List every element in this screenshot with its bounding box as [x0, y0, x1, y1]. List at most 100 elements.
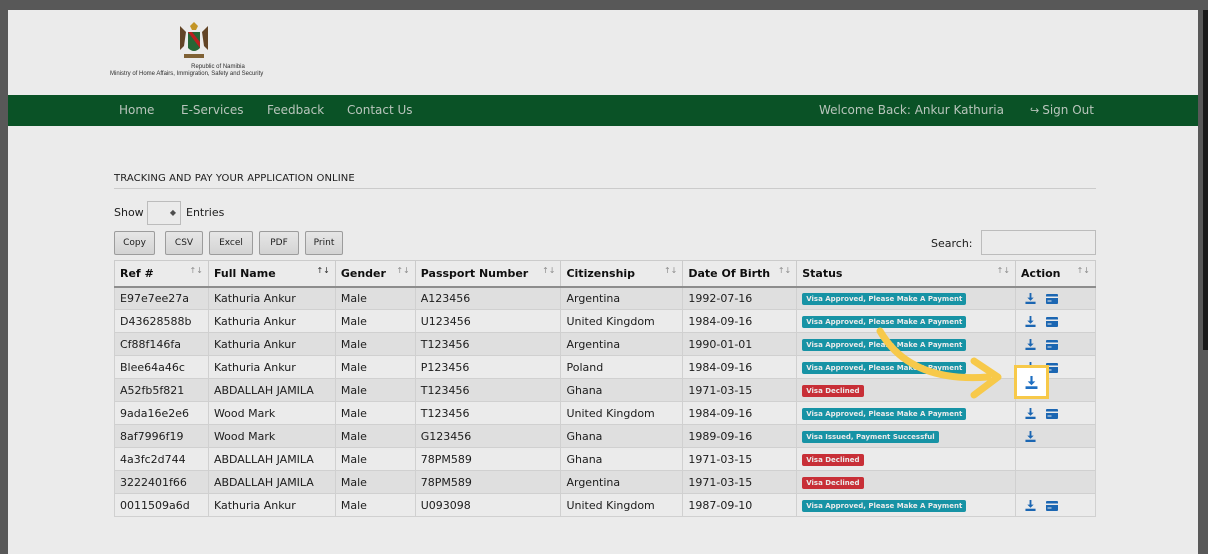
- cell-ref: 9ada16e2e6: [114, 401, 209, 425]
- main-nav: Home E-Services Feedback Contact Us Welc…: [8, 95, 1198, 126]
- cell-status: Visa Approved, Please Make A Payment: [796, 401, 1017, 425]
- status-badge: Visa Approved, Please Make A Payment: [802, 293, 967, 306]
- col-dob[interactable]: Date Of Birth ↑↓: [682, 260, 798, 288]
- cell-passport: U123456: [414, 309, 562, 333]
- status-badge: Visa Declined: [802, 454, 864, 466]
- pdf-button[interactable]: PDF: [259, 231, 299, 255]
- cell-full-name: Kathuria Ankur: [207, 493, 336, 517]
- col-status[interactable]: Status ↑↓: [796, 260, 1017, 288]
- col-full-name[interactable]: Full Name ↑↓: [207, 260, 336, 288]
- cell-dob: 1984-09-16: [682, 309, 798, 333]
- download-icon[interactable]: [1025, 339, 1036, 350]
- cell-action: [1015, 309, 1096, 333]
- cell-gender: Male: [334, 493, 416, 517]
- cell-ref: 3222401f66: [114, 470, 209, 494]
- cell-gender: Male: [334, 424, 416, 448]
- cell-full-name: ABDALLAH JAMILA: [207, 378, 336, 402]
- entries-select[interactable]: ◆: [147, 201, 181, 225]
- print-button[interactable]: Print: [305, 231, 343, 255]
- sort-arrows-icon: ↑↓: [189, 266, 203, 275]
- nav-home[interactable]: Home: [119, 103, 154, 117]
- col-action[interactable]: Action ↑↓: [1015, 260, 1096, 288]
- cell-ref: D43628588b: [114, 309, 209, 333]
- cell-full-name: Kathuria Ankur: [207, 332, 336, 356]
- download-icon[interactable]: [1025, 408, 1036, 419]
- credit-card-icon[interactable]: [1046, 293, 1059, 304]
- col-gender[interactable]: Gender ↑↓: [334, 260, 416, 288]
- cell-gender: Male: [334, 309, 416, 333]
- cell-full-name: Wood Mark: [207, 401, 336, 425]
- cell-full-name: ABDALLAH JAMILA: [207, 447, 336, 471]
- download-icon: [1025, 376, 1038, 389]
- cell-citizenship: Poland: [560, 355, 684, 379]
- scrollbar[interactable]: [1203, 10, 1208, 350]
- cell-status: Visa Approved, Please Make A Payment: [796, 493, 1017, 517]
- table-row: 4a3fc2d744 ABDALLAH JAMILA Male 78PM589 Ghan…: [114, 447, 1096, 471]
- cell-action: [1015, 401, 1096, 425]
- sort-arrows-icon: ↑↓: [1076, 266, 1090, 275]
- cell-full-name: Kathuria Ankur: [207, 286, 336, 310]
- excel-button[interactable]: Excel: [209, 231, 253, 255]
- cell-citizenship: Ghana: [560, 447, 684, 471]
- cell-status: Visa Declined: [796, 470, 1017, 494]
- cell-passport: 78PM589: [414, 447, 562, 471]
- sign-out-link[interactable]: ↪ Sign Out: [1030, 103, 1094, 117]
- cell-citizenship: United Kingdom: [560, 493, 684, 517]
- credit-card-icon[interactable]: [1046, 316, 1059, 327]
- cell-dob: 1984-09-16: [682, 355, 798, 379]
- nav-e-services[interactable]: E-Services: [181, 103, 244, 117]
- credit-card-icon[interactable]: [1046, 339, 1059, 350]
- show-label: Show: [114, 206, 144, 219]
- download-icon[interactable]: [1025, 431, 1036, 442]
- applications-table: Ref # ↑↓ Full Name ↑↓ Gender ↑↓ Passport Nu…: [114, 260, 1096, 517]
- status-badge: Visa Approved, Please Make A Payment: [802, 500, 967, 512]
- col-citizenship[interactable]: Citizenship ↑↓: [560, 260, 684, 288]
- cell-action: [1015, 286, 1096, 310]
- cell-gender: Male: [334, 378, 416, 402]
- csv-button[interactable]: CSV: [165, 231, 203, 255]
- cell-dob: 1987-09-10: [682, 493, 798, 517]
- cell-dob: 1971-03-15: [682, 447, 798, 471]
- col-ref[interactable]: Ref # ↑↓: [114, 260, 209, 288]
- nav-feedback[interactable]: Feedback: [267, 103, 324, 117]
- entries-label: Entries: [186, 206, 225, 219]
- cell-ref: 0011509a6d: [114, 493, 209, 517]
- copy-button[interactable]: Copy: [114, 231, 155, 255]
- sign-out-icon: ↪: [1030, 104, 1040, 117]
- cell-action: [1015, 424, 1096, 448]
- cell-dob: 1971-03-15: [682, 378, 798, 402]
- cell-gender: Male: [334, 470, 416, 494]
- table-row: D43628588b Kathuria Ankur Male U123456 Unite…: [114, 309, 1096, 333]
- cell-ref: 4a3fc2d744: [114, 447, 209, 471]
- search-input[interactable]: [981, 230, 1096, 255]
- nav-contact-us[interactable]: Contact Us: [347, 103, 413, 117]
- title-divider: [114, 188, 1096, 189]
- logo-ministry-text: Ministry of Home Affairs, Immigration, S…: [110, 71, 264, 77]
- sort-arrows-icon: ↑↓: [396, 266, 410, 275]
- cell-gender: Male: [334, 355, 416, 379]
- col-passport[interactable]: Passport Number ↑↓: [414, 260, 562, 288]
- credit-card-icon[interactable]: [1046, 408, 1059, 419]
- cell-ref: Cf88f146fa: [114, 332, 209, 356]
- cell-action: [1015, 332, 1096, 356]
- credit-card-icon[interactable]: [1046, 500, 1059, 511]
- cell-citizenship: United Kingdom: [560, 401, 684, 425]
- screen-backdrop: Republic of Namibia Ministry of Home Aff…: [0, 0, 1208, 554]
- coat-of-arms-icon: [180, 22, 208, 58]
- download-icon[interactable]: [1025, 316, 1036, 327]
- status-badge: Visa Declined: [802, 385, 864, 397]
- sort-arrows-icon: ↑↓: [777, 266, 792, 275]
- cell-gender: Male: [334, 332, 416, 356]
- cell-full-name: Wood Mark: [207, 424, 336, 448]
- cell-passport: U093098: [414, 493, 562, 517]
- download-icon[interactable]: [1025, 293, 1036, 305]
- cell-dob: 1989-09-16: [682, 424, 798, 448]
- cell-passport: 78PM589: [414, 470, 562, 494]
- status-badge: Visa Issued, Payment Successful: [802, 431, 939, 443]
- cell-citizenship: Argentina: [560, 332, 684, 356]
- download-icon[interactable]: [1025, 500, 1036, 511]
- highlighted-download-button[interactable]: [1014, 365, 1049, 399]
- chevron-updown-icon: ◆: [169, 208, 176, 217]
- table-row: E97e7ee27a Kathuria Ankur Male A123456 Argen…: [114, 286, 1096, 310]
- cell-passport: G123456: [414, 424, 562, 448]
